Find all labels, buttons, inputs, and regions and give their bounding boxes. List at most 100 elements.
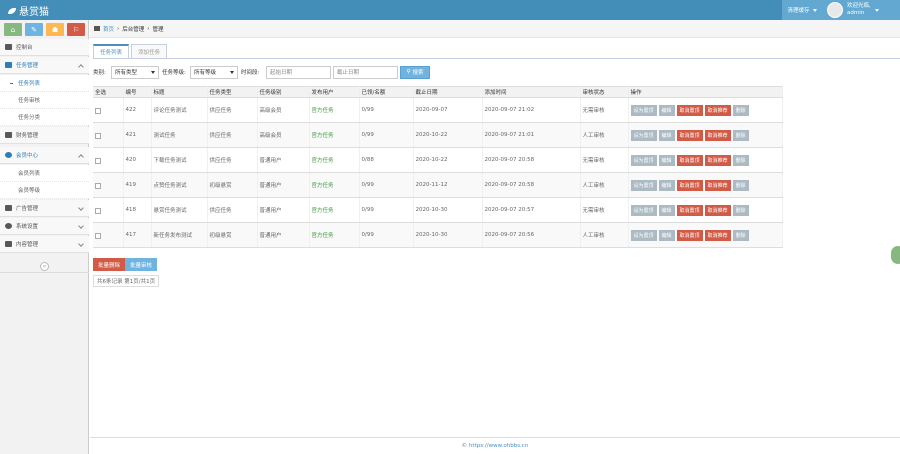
row-deadline: 2020-10-30 — [413, 222, 483, 248]
unpin-button[interactable]: 取消置顶 — [676, 179, 703, 191]
caret-down-icon — [151, 70, 155, 74]
pin-button[interactable]: 设为置顶 — [630, 229, 657, 241]
unrecommend-button[interactable]: 取消推荐 — [704, 154, 731, 166]
edit-button[interactable]: 编辑 — [658, 229, 675, 241]
sidebar-item-member-list[interactable]: 会员列表 — [0, 165, 89, 182]
row-actions: 设为置顶 编辑 取消置顶 取消推荐 删除 — [628, 147, 783, 173]
document-icon — [5, 241, 12, 247]
sidebar-item-member-center[interactable]: 会员中心 — [0, 147, 89, 164]
pin-button[interactable]: 设为置顶 — [630, 179, 657, 191]
sidebar-item-finance[interactable]: 财务管理 — [0, 127, 89, 144]
row-checkbox[interactable] — [95, 183, 101, 189]
search-button[interactable]: ⚲ 搜索 — [400, 65, 430, 79]
edit-button[interactable]: 编辑 — [658, 204, 675, 216]
row-checkbox[interactable] — [95, 133, 101, 139]
row-id: 418 — [123, 197, 152, 223]
sidebar-collapse-toggle[interactable]: « — [0, 260, 89, 273]
brand-logo[interactable]: 悬赏猫 — [8, 3, 49, 18]
sidebar-item-task-management[interactable]: 任务管理 — [0, 57, 89, 74]
unpin-button[interactable]: 取消置顶 — [676, 104, 703, 116]
breadcrumb-level2: 管理 — [152, 26, 164, 33]
category-select[interactable]: 所有类型 — [111, 65, 159, 79]
row-level: 高级会员 — [257, 97, 310, 123]
shortcut-bell-icon[interactable]: ⚐ — [67, 23, 85, 36]
footer-link[interactable]: © https://www.ohbbs.cn — [90, 437, 900, 454]
sidebar-item-task-audit[interactable]: 任务审核 — [0, 92, 89, 109]
row-checkbox[interactable] — [95, 158, 101, 164]
delete-button[interactable]: 删除 — [732, 179, 749, 191]
header-select-all[interactable]: 全选 — [93, 86, 124, 98]
unpin-button[interactable]: 取消置顶 — [676, 154, 703, 166]
row-added: 2020-09-07 21:02 — [482, 97, 581, 123]
brand-name: 悬赏猫 — [19, 7, 49, 18]
delete-button[interactable]: 删除 — [732, 204, 749, 216]
unpin-button[interactable]: 取消置顶 — [676, 129, 703, 141]
row-checkbox[interactable] — [95, 233, 101, 239]
row-status: 人工审核 — [580, 122, 629, 148]
sidebar-item-content[interactable]: 内容管理 — [0, 236, 89, 253]
unrecommend-button[interactable]: 取消推荐 — [704, 204, 731, 216]
delete-button[interactable]: 删除 — [732, 129, 749, 141]
bulk-delete-button[interactable]: 批量删除 — [93, 258, 126, 271]
delete-button[interactable]: 删除 — [732, 104, 749, 116]
tab-divider — [93, 58, 900, 59]
delete-button[interactable]: 删除 — [732, 229, 749, 241]
row-title: 测试任务 — [151, 122, 208, 148]
row-type: 供应任务 — [207, 122, 258, 148]
user-menu[interactable]: 欢迎光临, admin — [822, 0, 900, 20]
floating-service-button[interactable] — [891, 246, 900, 264]
sidebar-item-task-list[interactable]: 任务列表 — [0, 75, 89, 92]
end-date-input[interactable]: 截止日期 — [333, 65, 398, 79]
level-select[interactable]: 所有等级 — [190, 65, 238, 79]
row-level: 普通用户 — [257, 147, 310, 173]
row-added: 2020-09-07 20:57 — [482, 197, 581, 223]
unrecommend-button[interactable]: 取消推荐 — [704, 129, 731, 141]
pin-button[interactable]: 设为置顶 — [630, 154, 657, 166]
unrecommend-button[interactable]: 取消推荐 — [704, 179, 731, 191]
edit-button[interactable]: 编辑 — [658, 104, 675, 116]
row-quota: 0/99 — [359, 97, 414, 123]
finance-icon — [5, 132, 12, 138]
row-select-cell — [93, 147, 124, 173]
row-title: 点赞任务测试 — [151, 172, 208, 198]
unrecommend-button[interactable]: 取消推荐 — [704, 229, 731, 241]
edit-button[interactable]: 编辑 — [658, 154, 675, 166]
unrecommend-button[interactable]: 取消推荐 — [704, 104, 731, 116]
caret-down-icon — [812, 8, 817, 12]
pin-button[interactable]: 设为置顶 — [630, 104, 657, 116]
sidebar-item-ads[interactable]: 广告管理 — [0, 200, 89, 217]
start-date-input[interactable]: 起始日期 — [266, 65, 331, 79]
user-icon — [5, 152, 12, 158]
header-quota: 已领/名额 — [359, 86, 414, 98]
delete-button[interactable]: 删除 — [732, 154, 749, 166]
row-checkbox[interactable] — [95, 108, 101, 114]
tab-task-list[interactable]: 任务列表 — [93, 44, 130, 58]
pin-button[interactable]: 设为置顶 — [630, 204, 657, 216]
sidebar-item-task-category[interactable]: 任务分类 — [0, 109, 89, 126]
sidebar-item-member-level[interactable]: 会员等级 — [0, 182, 89, 199]
row-actions: 设为置顶 编辑 取消置顶 取消推荐 删除 — [628, 122, 783, 148]
breadcrumb-level1[interactable]: 后台管理 — [122, 25, 144, 33]
shortcut-home-icon[interactable]: ⌂ — [4, 23, 22, 36]
sidebar-item-system-settings[interactable]: 系统设置 — [0, 218, 89, 235]
breadcrumb-separator: › — [147, 25, 150, 32]
edit-button[interactable]: 编辑 — [658, 129, 675, 141]
row-publisher: 官方任务 — [309, 147, 360, 173]
edit-button[interactable]: 编辑 — [658, 179, 675, 191]
pin-button[interactable]: 设为置顶 — [630, 129, 657, 141]
row-actions: 设为置顶 编辑 取消置顶 取消推荐 删除 — [628, 172, 783, 198]
bulk-audit-button[interactable]: 批量审核 — [125, 258, 158, 271]
row-type: 供应任务 — [207, 147, 258, 173]
unpin-button[interactable]: 取消置顶 — [676, 204, 703, 216]
username: admin — [847, 10, 865, 16]
clear-cache-button[interactable]: 清理缓存 — [782, 0, 822, 20]
breadcrumb-home[interactable]: 首页 — [103, 25, 114, 33]
tab-add-task[interactable]: 添加任务 — [131, 44, 168, 58]
shortcut-pencil-icon[interactable]: ✎ — [25, 23, 43, 36]
unpin-button[interactable]: 取消置顶 — [676, 229, 703, 241]
shortcut-users-icon[interactable]: ☗ — [46, 23, 64, 36]
table-row: 418 悬赏任务测试 供应任务 普通用户 官方任务 0/99 2020-10-30 2020-… — [93, 197, 783, 223]
dashboard-icon — [5, 44, 12, 50]
row-checkbox[interactable] — [95, 208, 101, 214]
sidebar-item-dashboard[interactable]: 控制台 — [0, 39, 89, 56]
